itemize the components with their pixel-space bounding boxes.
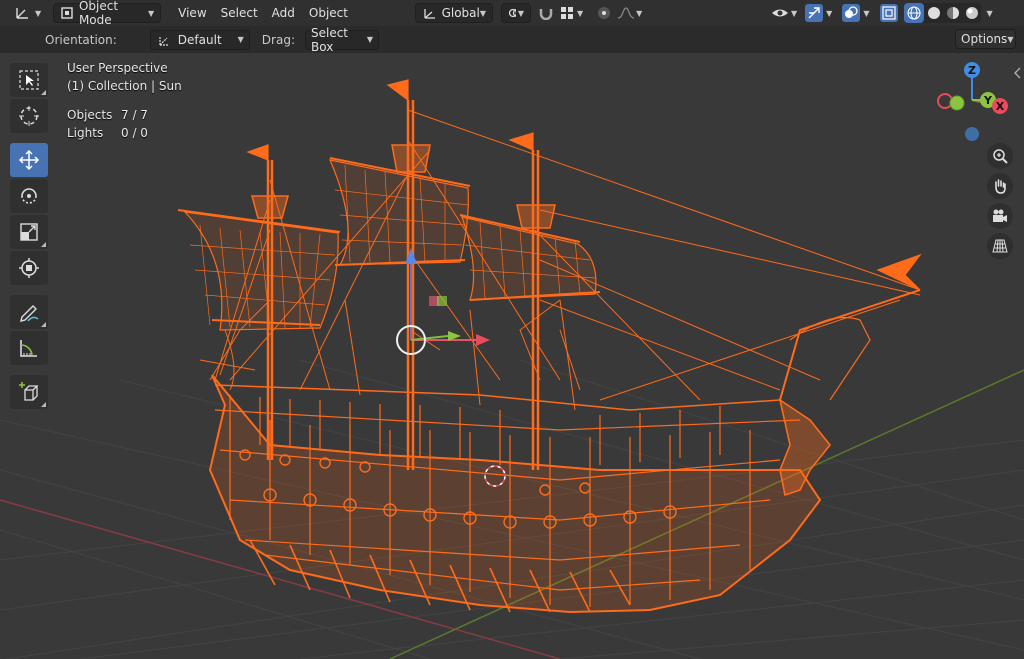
orientation-label: Orientation:: [45, 32, 117, 47]
wireframe-sphere-icon: [907, 6, 922, 20]
tool-rotate[interactable]: [10, 179, 48, 213]
options-label: Options: [961, 32, 1008, 46]
axes-icon: [16, 8, 28, 19]
cursor-icon: [19, 106, 39, 126]
scene-canvas: [0, 79, 1024, 659]
falloff-curve-icon: [618, 7, 635, 19]
pencil-icon: [20, 305, 39, 322]
3d-viewport[interactable]: User Perspective (1) Collection | Sun Ob…: [0, 53, 1024, 659]
tool-scale[interactable]: [10, 215, 48, 249]
snap-target-dropdown[interactable]: ▼: [557, 3, 586, 23]
gizmo-y-label: Y: [983, 94, 993, 107]
stat-lights-value: 0 / 0: [121, 126, 148, 140]
pan-hand-icon: [995, 179, 1006, 194]
overlay-circles-icon: [845, 6, 858, 18]
ship-wireframe: [177, 79, 922, 614]
tool-settings-bar: Orientation: Default ▼ Drag: Select Box …: [0, 26, 1024, 54]
grid-view-icon: [992, 239, 1008, 253]
zoom-button[interactable]: [987, 143, 1013, 169]
menu-view[interactable]: View: [171, 6, 213, 20]
tool-annotate[interactable]: [10, 295, 48, 329]
rendered-sphere-icon: [965, 7, 978, 19]
scale-icon: [20, 223, 38, 241]
tool-select-box[interactable]: [10, 63, 48, 97]
pan-button[interactable]: [987, 173, 1013, 199]
gizmo-neg-z-axis[interactable]: [965, 127, 979, 141]
ruler-icon: [20, 340, 37, 357]
tool-cursor[interactable]: [10, 99, 48, 133]
shading-wireframe-button[interactable]: [904, 3, 925, 23]
orientation-icon: [424, 9, 435, 19]
pivot-dropdown[interactable]: ▼: [501, 3, 531, 23]
shading-options-dropdown[interactable]: ▼: [983, 3, 995, 23]
gizmo-arrow-icon: [808, 7, 820, 19]
object-mode-icon: [61, 7, 73, 19]
proportional-edit-icon: [598, 7, 611, 19]
shading-solid-button[interactable]: [924, 3, 943, 23]
viewport-header: ▼ Object Mode ▼ View Select Add Object G…: [0, 0, 1024, 27]
snap-toggle[interactable]: [535, 3, 557, 23]
menu-object[interactable]: Object: [302, 6, 355, 20]
stat-lights-label: Lights: [67, 126, 104, 140]
rotate-icon: [21, 188, 37, 204]
visibility-dropdown[interactable]: ▼: [768, 3, 800, 23]
xray-icon: [882, 6, 897, 20]
eye-icon: [772, 9, 788, 17]
overlays-dropdown[interactable]: ▼: [839, 3, 872, 23]
collection-info: (1) Collection | Sun: [67, 79, 182, 93]
orientation-default-value: Default: [177, 32, 222, 47]
tool-transform[interactable]: [10, 251, 48, 285]
zoom-icon: [993, 149, 1008, 164]
navigation-gizmo[interactable]: Z Y X: [930, 58, 1010, 148]
magnet-icon: [539, 9, 553, 20]
perspective-toggle-button[interactable]: [987, 233, 1013, 259]
stat-objects-label: Objects: [67, 108, 113, 122]
orientation-value: Global: [441, 6, 480, 20]
toolbar-column: [10, 63, 48, 411]
transform-icon: [19, 258, 39, 278]
pivot-icon: [508, 8, 516, 18]
mode-label: Object Mode: [78, 0, 119, 27]
xray-toggle[interactable]: [878, 3, 900, 23]
move-arrows-icon: [18, 149, 40, 171]
material-sphere-icon: [946, 7, 959, 19]
gizmo-x-label: X: [996, 100, 1005, 113]
drag-value: Select Box: [310, 25, 349, 54]
orientation-default-icon: [159, 35, 169, 46]
tool-add-cube[interactable]: [10, 375, 48, 409]
camera-icon: [993, 209, 1007, 222]
gizmo-neg-y-axis[interactable]: [949, 95, 965, 111]
tool-measure[interactable]: [10, 331, 48, 365]
menu-add[interactable]: Add: [265, 6, 302, 20]
view-name: User Perspective: [67, 61, 168, 75]
transform-orientation-dropdown[interactable]: Global ▼: [415, 3, 493, 23]
shading-material-button[interactable]: [943, 3, 962, 23]
shading-rendered-button[interactable]: [962, 3, 981, 23]
proportional-edit-toggle[interactable]: [594, 3, 614, 23]
menu-select[interactable]: Select: [214, 6, 265, 20]
add-cube-icon: [19, 382, 39, 401]
gizmo-dropdown[interactable]: ▼: [802, 3, 835, 23]
camera-view-button[interactable]: [987, 203, 1013, 229]
drag-label: Drag:: [261, 32, 295, 47]
solid-sphere-icon: [927, 7, 940, 19]
sidebar-toggle-icon[interactable]: [1012, 67, 1022, 79]
snap-grid-icon: [561, 7, 573, 19]
stat-objects-value: 7 / 7: [121, 108, 148, 122]
drag-dropdown[interactable]: Select Box ▼: [304, 26, 379, 54]
editor-type-button[interactable]: ▼: [8, 3, 47, 23]
select-box-icon: [19, 70, 39, 90]
tool-move[interactable]: [10, 143, 48, 177]
options-dropdown[interactable]: Options ▼: [955, 29, 1016, 49]
orientation-dropdown[interactable]: Default ▼: [149, 29, 250, 50]
gizmo-z-label: Z: [968, 64, 976, 77]
falloff-dropdown[interactable]: ▼: [614, 3, 645, 23]
mode-dropdown[interactable]: Object Mode ▼: [53, 0, 162, 27]
